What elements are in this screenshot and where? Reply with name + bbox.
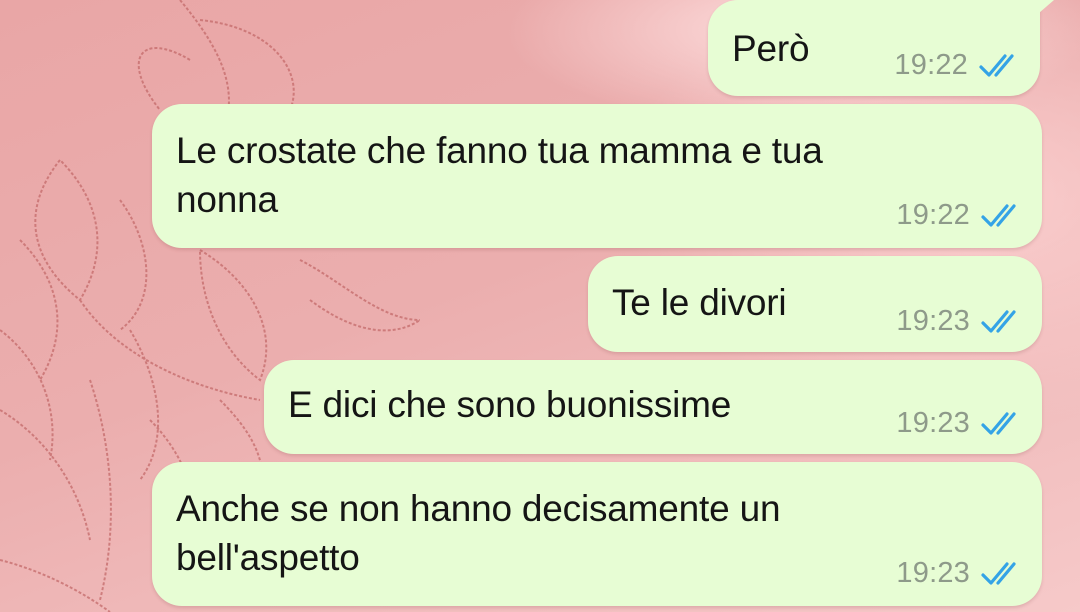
message-text: E dici che sono buonissime xyxy=(288,384,732,425)
message-bubble[interactable]: Anche se non hanno decisamente un bell'a… xyxy=(152,462,1042,606)
message-meta: 19:23 xyxy=(896,557,1022,590)
message-meta: 19:22 xyxy=(894,49,1020,82)
read-double-check-icon xyxy=(981,309,1016,333)
message-text: Anche se non hanno decisamente un bell'a… xyxy=(176,488,781,578)
read-double-check-icon xyxy=(981,411,1016,435)
message-bubble[interactable]: Te le divori 19:23 xyxy=(588,256,1042,352)
read-double-check-icon xyxy=(979,53,1014,77)
message-bubble[interactable]: Però 19:22 xyxy=(708,0,1054,96)
message-meta: 19:23 xyxy=(896,305,1022,338)
message-bubble[interactable]: E dici che sono buonissime 19:23 xyxy=(264,360,1042,454)
bubble-tail-icon xyxy=(1024,0,1054,26)
message-list[interactable]: Però 19:22 Le crostate che fanno tua mam… xyxy=(0,0,1080,612)
read-double-check-icon xyxy=(981,203,1016,227)
message-time: 19:22 xyxy=(896,199,970,231)
read-double-check-icon xyxy=(981,561,1016,585)
message-meta: 19:22 xyxy=(896,199,1022,232)
message-bubble[interactable]: Le crostate che fanno tua mamma e tua no… xyxy=(152,104,1042,248)
message-text: Le crostate che fanno tua mamma e tua no… xyxy=(176,130,823,220)
message-time: 19:23 xyxy=(896,557,970,589)
message-time: 19:22 xyxy=(894,49,968,81)
message-time: 19:23 xyxy=(896,305,970,337)
message-time: 19:23 xyxy=(896,407,970,439)
message-text: Te le divori xyxy=(612,282,787,323)
message-meta: 19:23 xyxy=(896,407,1022,440)
message-text: Però xyxy=(732,28,810,69)
